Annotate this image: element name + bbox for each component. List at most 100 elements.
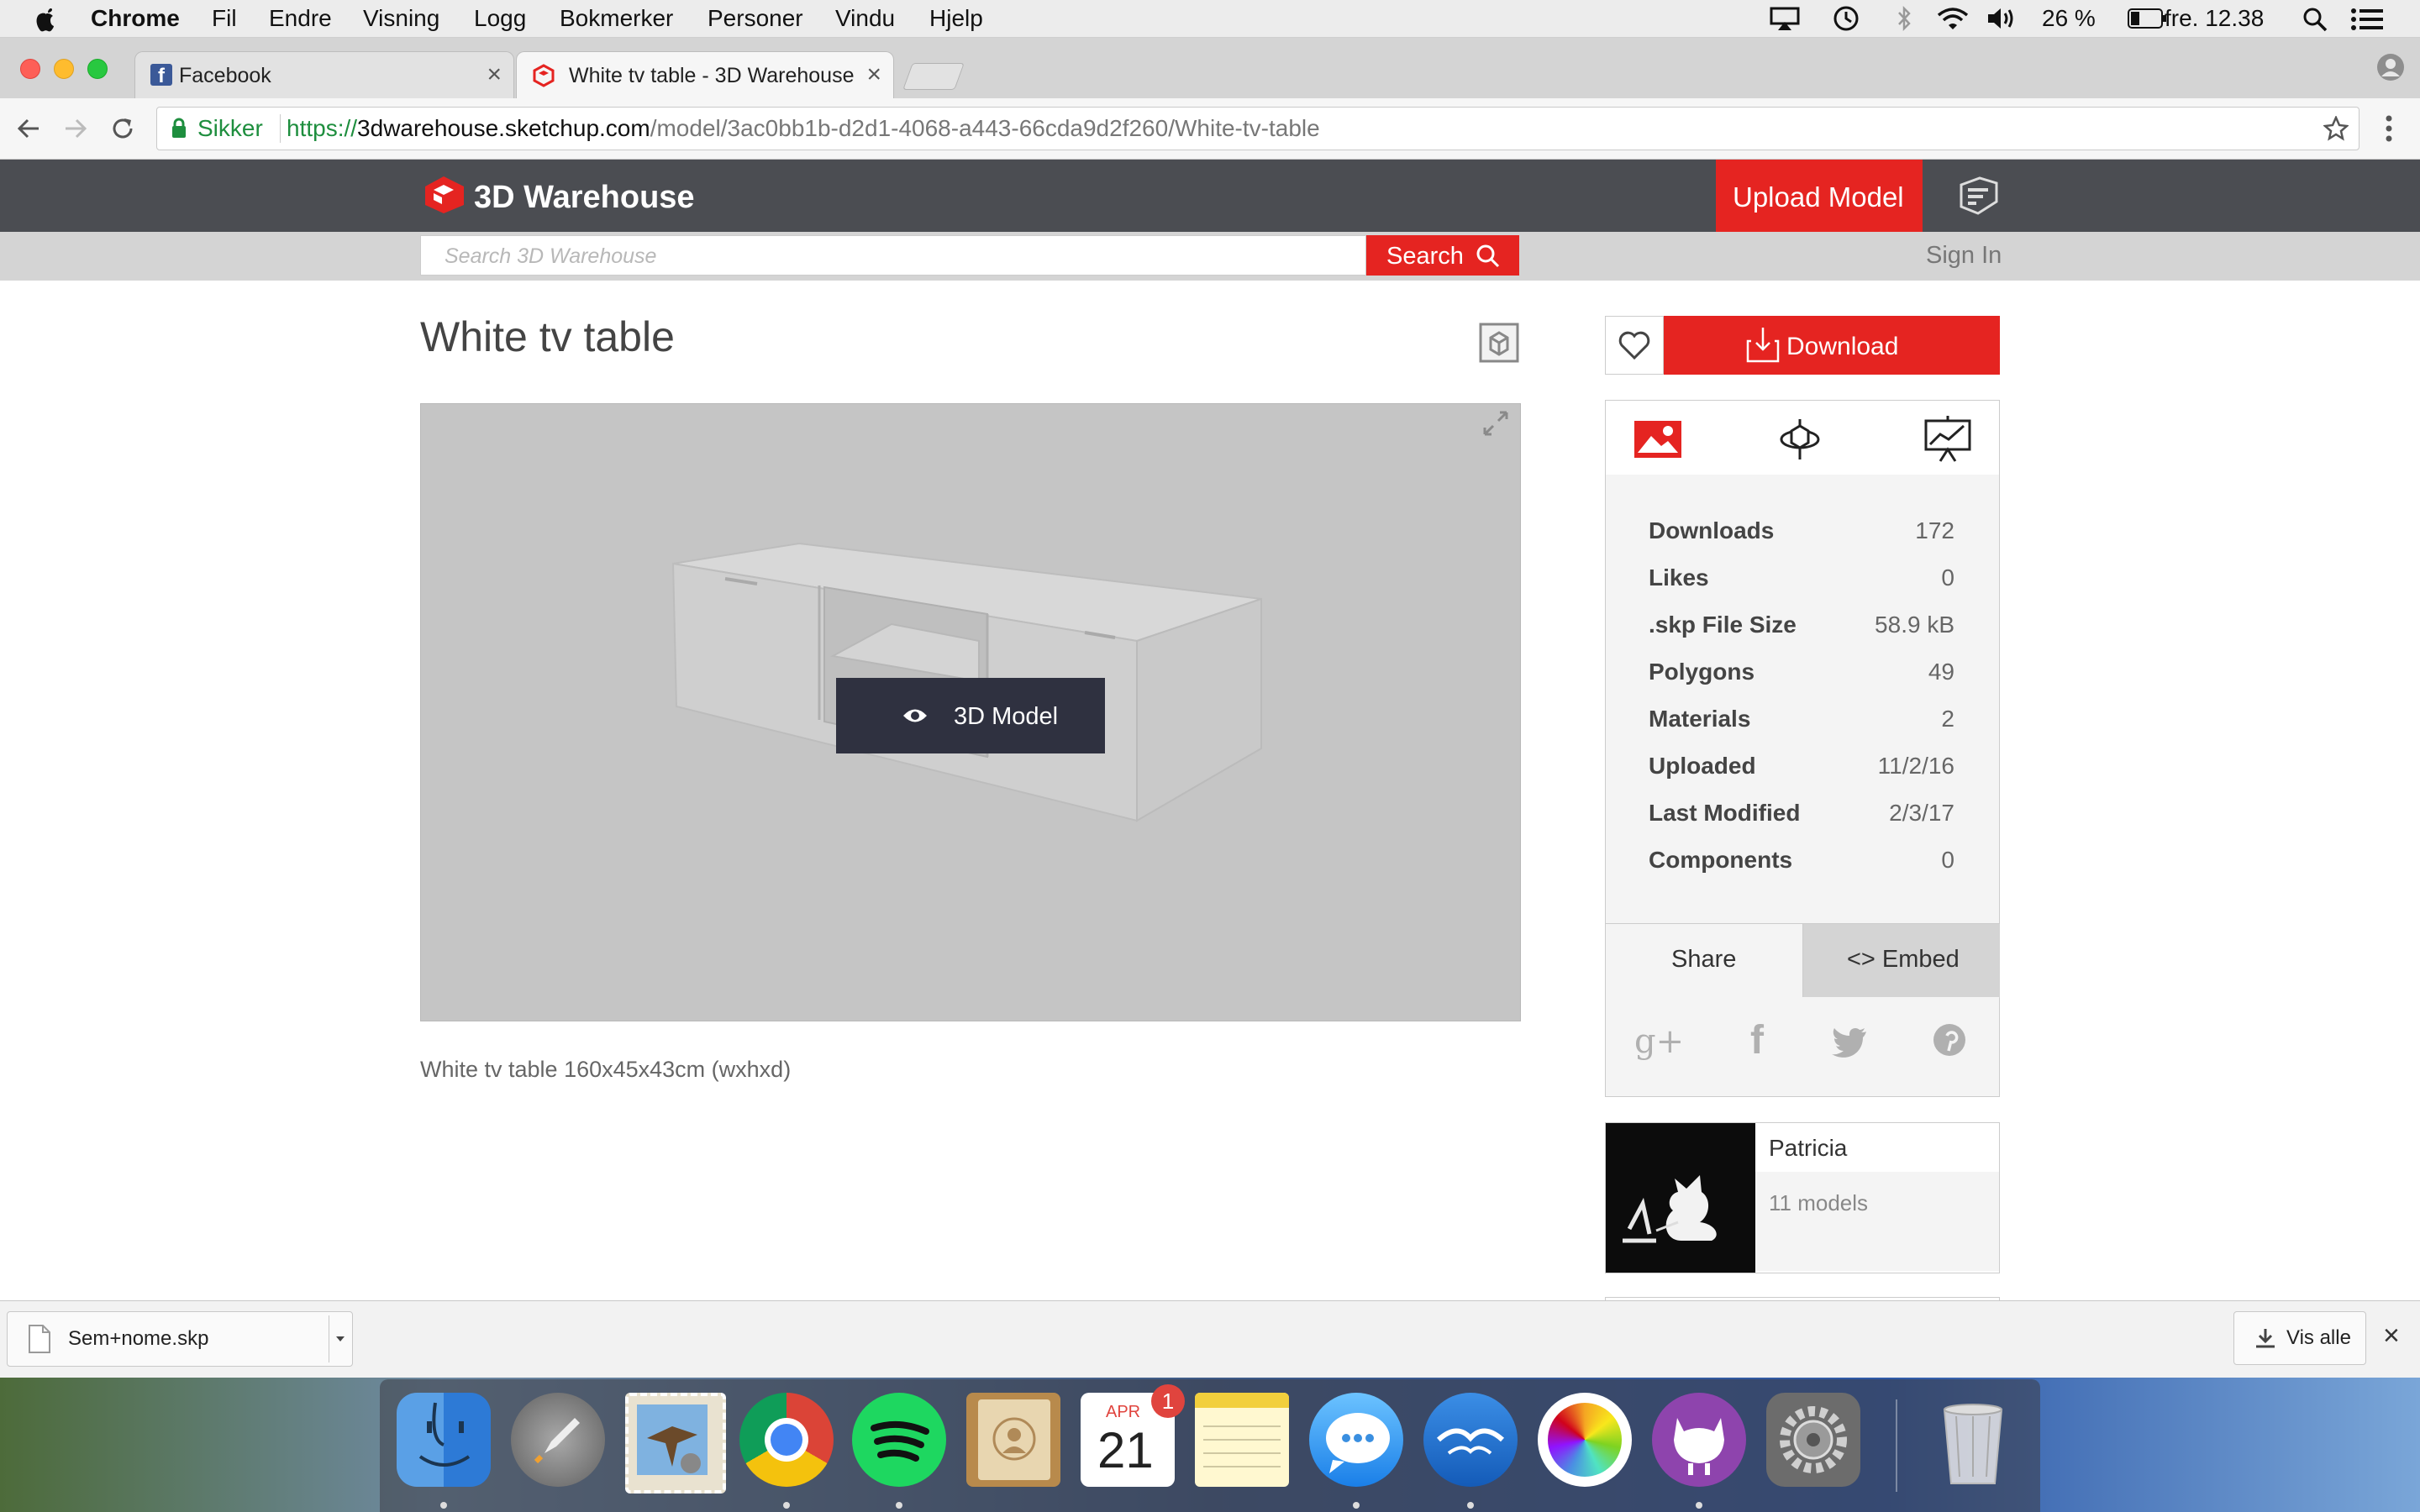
facebook-icon: f — [150, 64, 172, 86]
search-button[interactable]: Search — [1366, 235, 1519, 276]
stat-likes: Likes 0 — [1649, 564, 1954, 598]
download-item[interactable]: Sem+nome.skp — [7, 1311, 353, 1367]
menu-endre[interactable]: Endre — [269, 5, 332, 32]
tab-close-icon[interactable]: × — [866, 60, 881, 89]
close-shelf-icon[interactable]: × — [2383, 1320, 2400, 1352]
menu-vindu[interactable]: Vindu — [835, 5, 895, 32]
menu-visning[interactable]: Visning — [363, 5, 439, 32]
battery-icon[interactable] — [2128, 8, 2168, 29]
notes-icon[interactable] — [1195, 1393, 1289, 1487]
secure-divider — [280, 114, 281, 143]
launchpad-icon[interactable] — [511, 1393, 605, 1487]
lock-icon — [172, 118, 186, 138]
zoom-window-button[interactable] — [87, 59, 108, 79]
reload-icon[interactable] — [109, 115, 136, 142]
chrome-icon[interactable] — [739, 1393, 834, 1487]
spotlight-search-icon[interactable] — [2302, 7, 2328, 32]
twitter-icon[interactable] — [1831, 1027, 1868, 1058]
like-button[interactable] — [1605, 316, 1664, 375]
wifi-icon[interactable] — [1936, 5, 1970, 32]
bluetooth-icon[interactable] — [1896, 5, 1914, 32]
dock-separator — [1896, 1399, 1897, 1492]
menu-app-name[interactable]: Chrome — [91, 5, 180, 32]
github-desktop-icon[interactable] — [1652, 1393, 1746, 1487]
spotify-icon[interactable] — [852, 1393, 946, 1487]
url-scheme: https:// — [287, 115, 358, 141]
download-button[interactable]: Download — [1664, 316, 2000, 375]
system-preferences-icon[interactable] — [1766, 1393, 1860, 1487]
airplay-icon[interactable] — [1770, 7, 1800, 30]
profile-icon[interactable] — [2376, 53, 2405, 81]
3d-rotate-icon[interactable] — [1777, 416, 1823, 463]
author-card[interactable]: Patricia 11 models — [1605, 1122, 2000, 1273]
author-name[interactable]: Patricia — [1769, 1135, 1847, 1162]
photos-flower — [1548, 1403, 1622, 1477]
new-tab-button[interactable] — [902, 63, 965, 90]
notification-center-icon[interactable] — [2351, 8, 2383, 30]
stat-label: Polygons — [1649, 659, 1755, 685]
facebook-share-icon[interactable]: f — [1750, 1017, 1764, 1063]
stat-value: 2 — [1941, 706, 1954, 732]
url-text[interactable]: https://3dwarehouse.sketchup.com/model/3… — [287, 115, 1320, 142]
mail-stamp-icon[interactable] — [625, 1393, 726, 1494]
sketchup-favicon-icon — [533, 64, 555, 87]
menu-hjelp[interactable]: Hjelp — [929, 5, 983, 32]
browser-tab-strip: f Facebook × White tv table - 3D Warehou… — [0, 38, 2420, 99]
running-indicator — [896, 1502, 902, 1509]
tab-title: Facebook — [179, 64, 271, 87]
tab-share[interactable]: Share — [1606, 923, 1802, 998]
menu-logg[interactable]: Logg — [474, 5, 526, 32]
contacts-icon[interactable] — [966, 1393, 1060, 1487]
openoffice-icon[interactable] — [1423, 1393, 1518, 1487]
menu-personer[interactable]: Personer — [708, 5, 803, 32]
menu-fil[interactable]: Fil — [212, 5, 237, 32]
fullscreen-expand-icon[interactable] — [1481, 409, 1510, 438]
messages-icon[interactable] — [1309, 1393, 1403, 1487]
forward-arrow-icon[interactable] — [62, 115, 89, 142]
author-models-count[interactable]: 11 models — [1769, 1190, 1868, 1216]
stat-label: .skp File Size — [1649, 612, 1797, 638]
volume-icon[interactable] — [1986, 7, 2017, 30]
sign-in-link[interactable]: Sign In — [1926, 242, 2002, 270]
file-icon — [29, 1325, 50, 1353]
tab-close-icon[interactable]: × — [487, 60, 502, 89]
tab-embed[interactable]: <> Embed — [1802, 923, 2000, 998]
downloads-shelf: Sem+nome.skp Vis alle × — [0, 1300, 2420, 1378]
close-window-button[interactable] — [20, 59, 40, 79]
stat-label: Components — [1649, 847, 1793, 873]
trash-icon[interactable] — [1926, 1393, 2020, 1487]
stat-label: Last Modified — [1649, 800, 1801, 826]
address-bar[interactable]: Sikker https://3dwarehouse.sketchup.com/… — [156, 107, 2360, 150]
stat-materials: Materials 2 — [1649, 706, 1954, 739]
pinterest-icon[interactable] — [1932, 1022, 1967, 1058]
presentation-icon[interactable] — [1923, 414, 1972, 463]
bookmark-star-icon[interactable] — [2323, 116, 2349, 141]
menu-bokmerker[interactable]: Bokmerker — [560, 5, 673, 32]
tab-3d-warehouse[interactable]: White tv table - 3D Warehouse × — [516, 51, 894, 99]
model-info-icon[interactable] — [1479, 323, 1519, 363]
search-placeholder: Search 3D Warehouse — [445, 244, 657, 268]
apple-logo-icon[interactable] — [34, 5, 57, 32]
model-viewer[interactable]: 3D Model — [420, 403, 1521, 1021]
minimize-window-button[interactable] — [54, 59, 74, 79]
back-arrow-icon[interactable] — [15, 115, 42, 142]
tab-title: White tv table - 3D Warehouse — [569, 64, 855, 87]
calendar-icon[interactable]: APR 21 1 — [1081, 1384, 1185, 1487]
google-plus-icon[interactable]: g+ — [1634, 1022, 1684, 1061]
tab-facebook[interactable]: f Facebook × — [134, 51, 514, 99]
photos-icon[interactable] — [1538, 1393, 1632, 1487]
search-input[interactable]: Search 3D Warehouse — [420, 235, 1366, 276]
site-logo-text: 3D Warehouse — [474, 180, 695, 215]
upload-model-button[interactable]: Upload Model — [1716, 160, 1923, 232]
finder-icon[interactable] — [397, 1393, 491, 1487]
image-view-icon[interactable] — [1633, 419, 1683, 459]
running-indicator — [783, 1502, 790, 1509]
chrome-menu-icon[interactable] — [2385, 113, 2393, 144]
time-machine-icon[interactable] — [1830, 5, 1860, 32]
menu-clock[interactable]: fre. 12.38 — [2165, 5, 2264, 32]
chevron-down-icon[interactable] — [335, 1336, 345, 1342]
show-all-downloads-button[interactable]: Vis alle — [2233, 1311, 2366, 1365]
view-mode-toolbar — [1606, 401, 1999, 475]
view-3d-model-button[interactable]: 3D Model — [836, 678, 1105, 753]
sketchup-menu-icon[interactable] — [1958, 176, 2000, 215]
